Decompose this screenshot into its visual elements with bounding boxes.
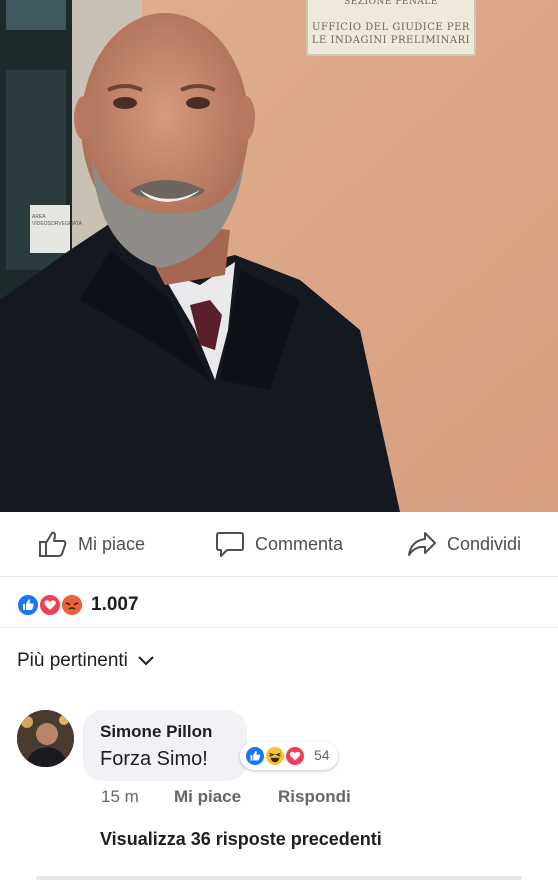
like-icon (245, 746, 265, 766)
door-sign-line: AREA (32, 214, 46, 220)
comment-author[interactable]: Simone Pillon (100, 722, 212, 742)
comment-reactions[interactable]: 54 (240, 742, 338, 770)
door-sign: AREA VIDEOSORVEGLIATA (32, 214, 83, 228)
plaque-line: LE INDAGINI PRELIMINARI (311, 35, 471, 46)
door-sign-line: VIDEOSORVEGLIATA (32, 221, 83, 227)
avatar-image (17, 710, 74, 767)
like-icon (16, 593, 40, 617)
love-icon (285, 746, 305, 766)
comment-button-label: Commenta (255, 533, 344, 554)
reactions-count: 1.007 (91, 594, 139, 615)
share-button-label: Condividi (447, 533, 522, 554)
plaque-line: UFFICIO DEL GIUDICE PER (312, 22, 470, 33)
like-button[interactable]: Mi piace (38, 512, 145, 576)
comment-sort-dropdown[interactable]: Più pertinenti (17, 650, 156, 672)
haha-icon (265, 746, 285, 766)
comment-icon (216, 532, 244, 557)
comment-bubble: Simone Pillon Forza Simo! (83, 710, 247, 781)
post-action-bar: Mi piace Commenta Condividi (0, 512, 558, 577)
comment-reply-button[interactable]: Rispondi (278, 787, 351, 807)
photo-illustration (0, 0, 558, 512)
comment-timestamp: 15 m (101, 787, 139, 806)
like-button-label: Mi piace (78, 533, 146, 554)
angry-icon (60, 593, 84, 617)
plaque-line: SEZIONE PENALE (344, 0, 438, 7)
share-arrow-icon (408, 532, 436, 556)
love-icon (38, 593, 62, 617)
comment-sort-label: Più pertinenti (17, 650, 128, 671)
view-previous-replies-link[interactable]: Visualizza 36 risposte precedenti (100, 829, 382, 850)
share-button[interactable]: Condividi (407, 512, 521, 576)
thumbs-up-icon (39, 531, 67, 557)
comment-like-button[interactable]: Mi piace (174, 787, 241, 807)
chevron-down-icon (138, 656, 154, 666)
avatar[interactable] (17, 710, 74, 767)
comment-button[interactable]: Commenta (215, 512, 343, 576)
comment-text: Forza Simo! (100, 748, 208, 770)
post-photo[interactable]: SEZIONE PENALE UFFICIO DEL GIUDICE PER L… (0, 0, 558, 512)
plaque-sign: SEZIONE PENALE UFFICIO DEL GIUDICE PER L… (306, 0, 476, 56)
reactions-summary[interactable]: 1.007 (0, 577, 558, 628)
bottom-divider (36, 876, 522, 880)
comment-reaction-count: 54 (314, 747, 330, 763)
